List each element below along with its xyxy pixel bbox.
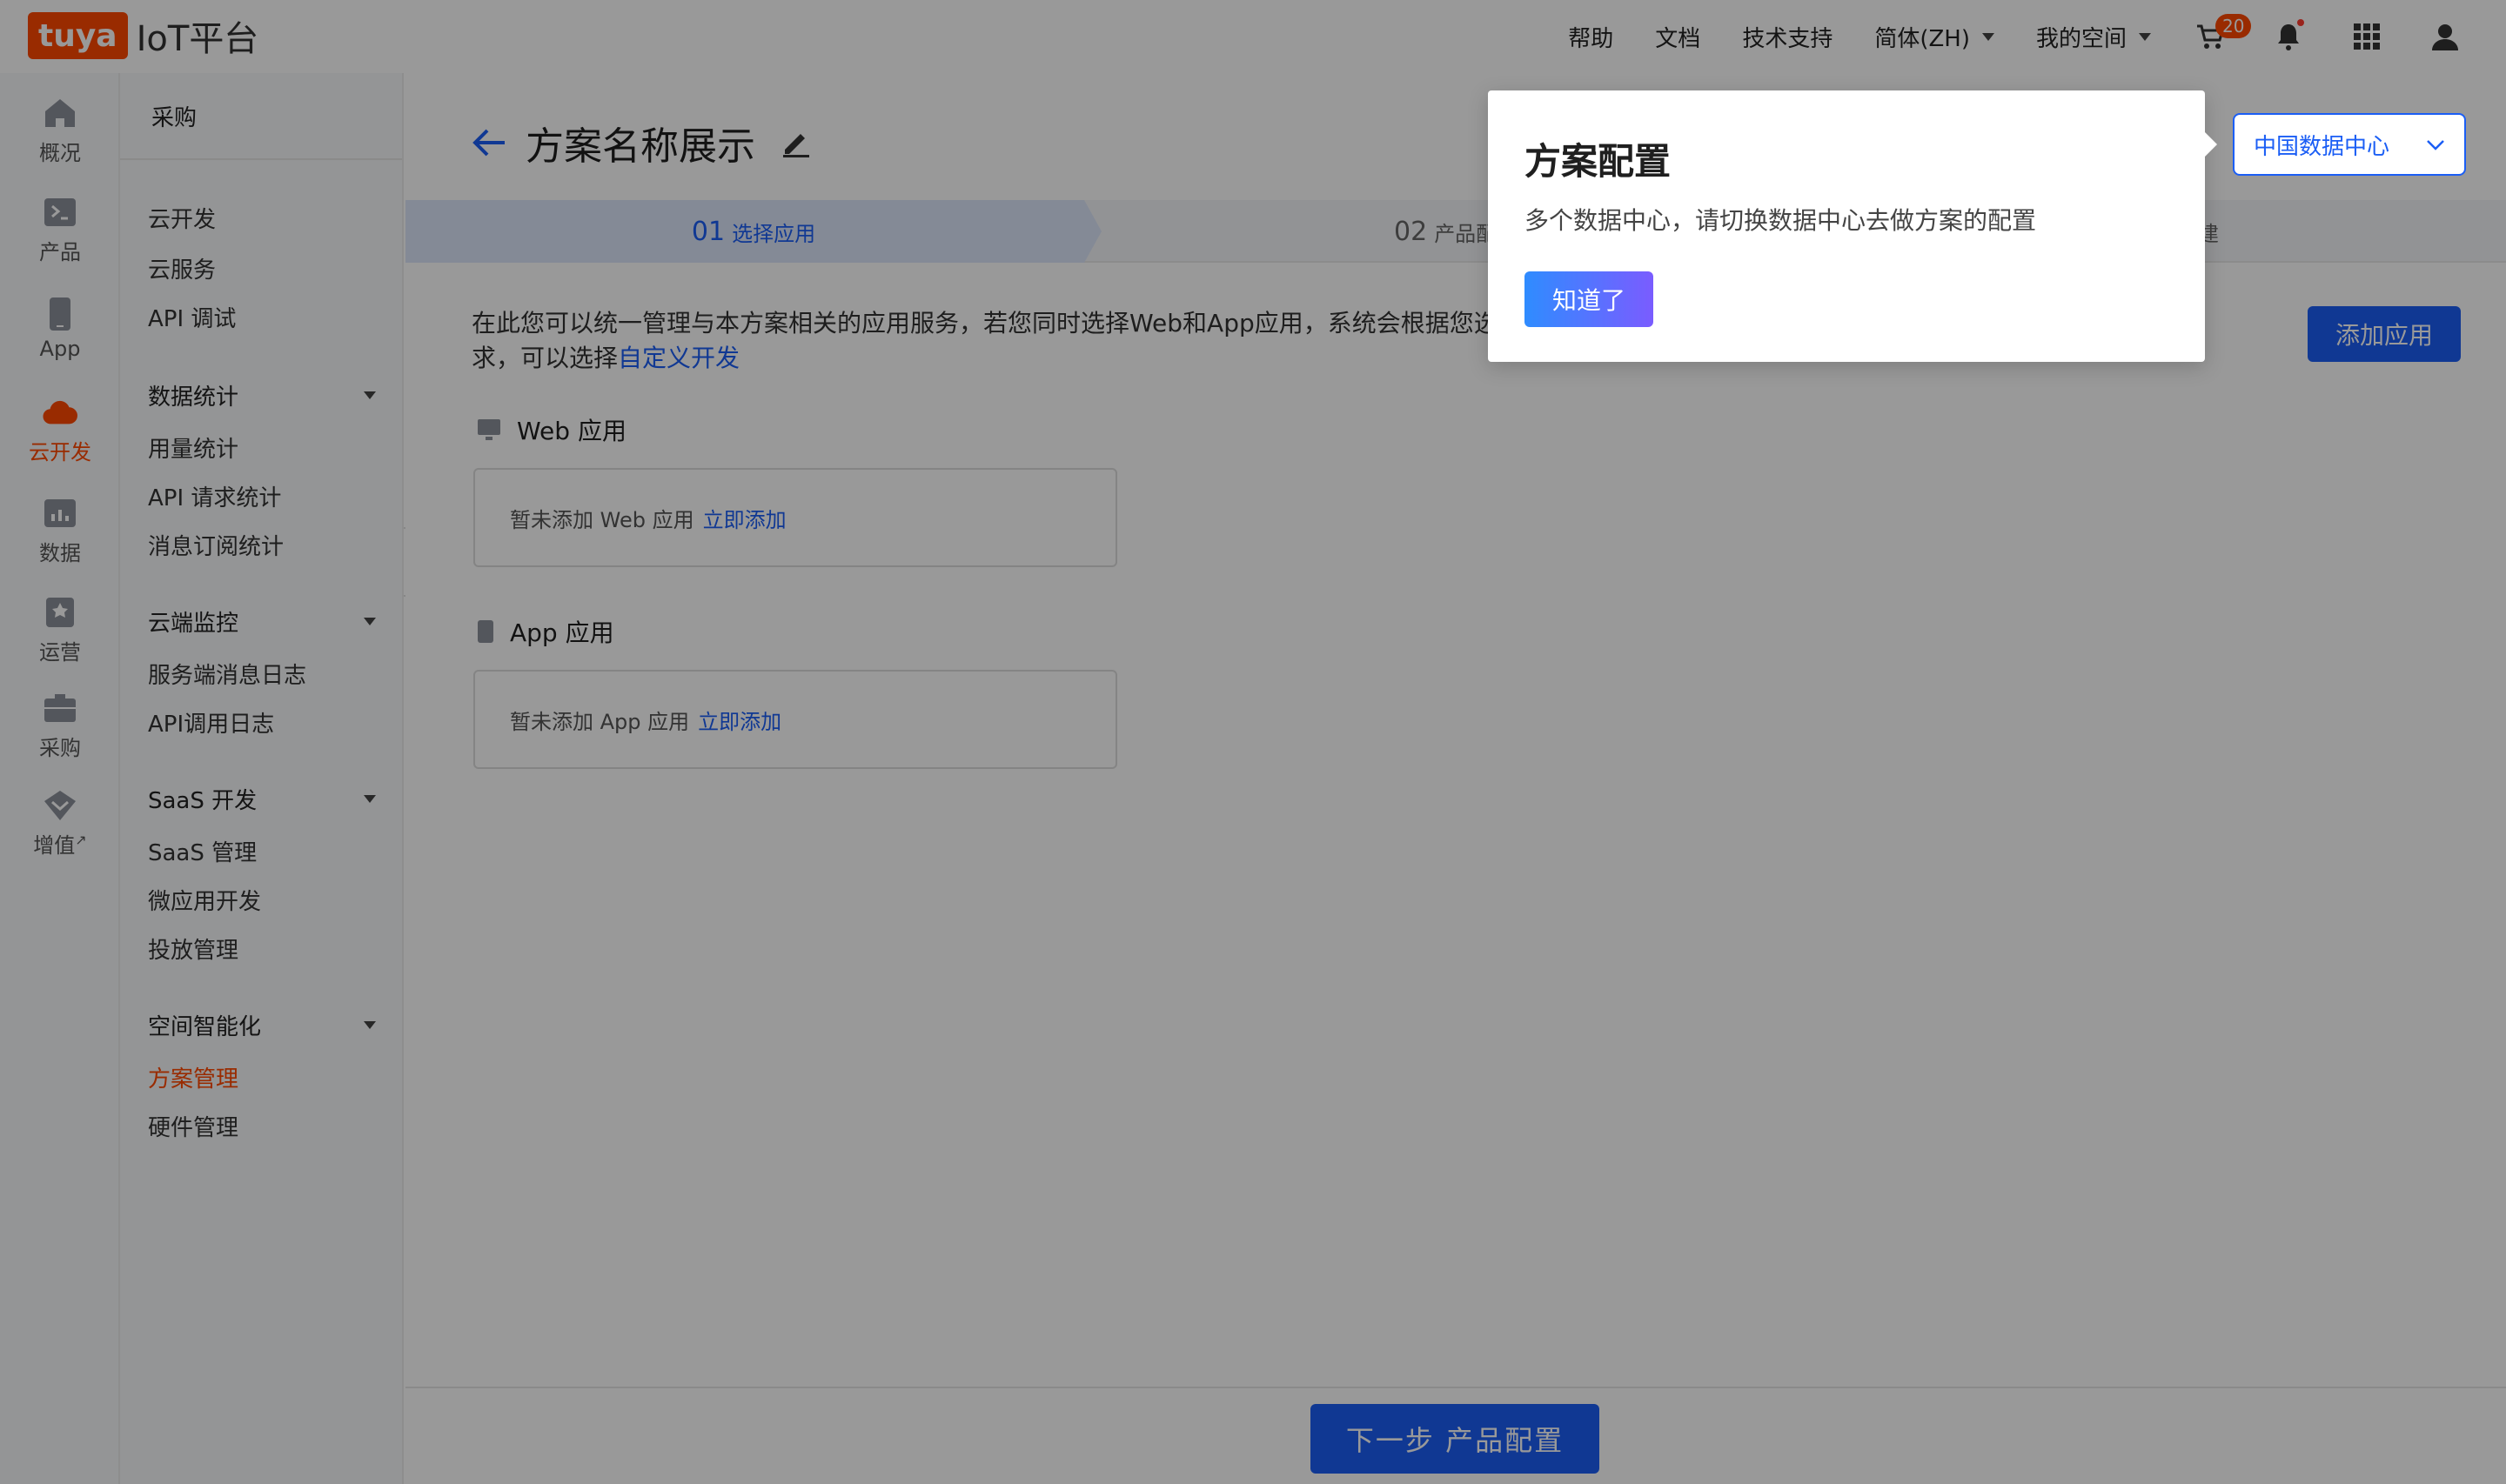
data-center-select-highlight[interactable]: 中国数据中心	[2233, 113, 2466, 176]
got-it-button[interactable]: 知道了	[1524, 271, 1653, 327]
popover-body: 多个数据中心，请切换数据中心去做方案的配置	[1524, 206, 2037, 235]
data-center-value: 中国数据中心	[2254, 133, 2390, 160]
popover-title: 方案配置	[1524, 140, 1672, 183]
guide-popover: 方案配置 多个数据中心，请切换数据中心去做方案的配置 知道了	[1488, 90, 2217, 362]
chevron-down-icon	[2426, 131, 2445, 157]
popover-arrow	[2203, 130, 2217, 158]
